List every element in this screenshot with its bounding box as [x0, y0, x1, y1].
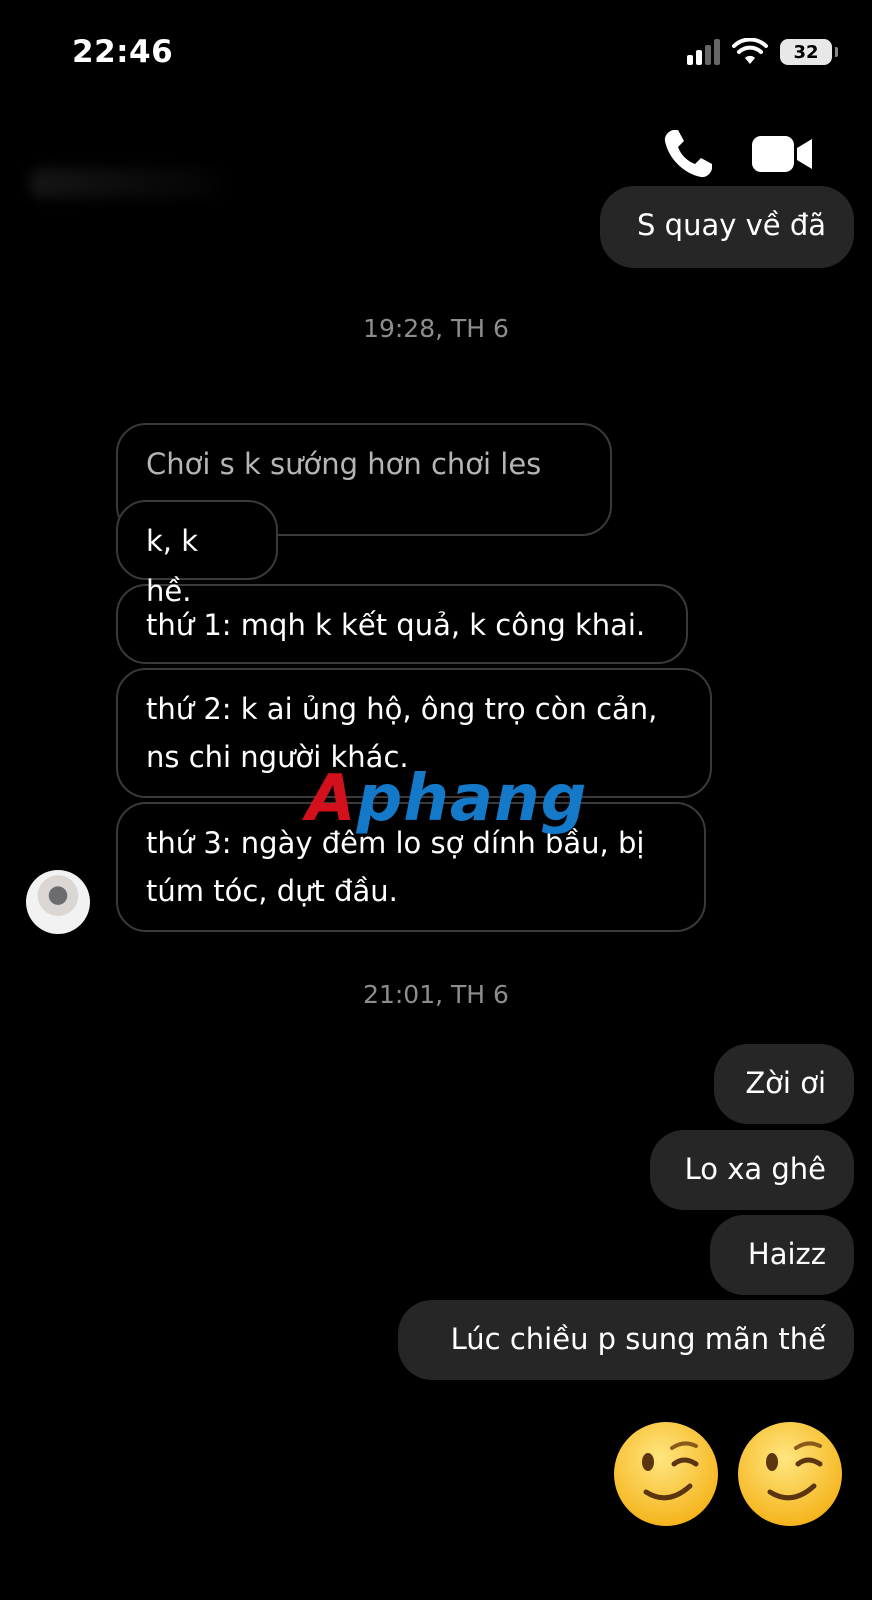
message-text: Lo xa ghê [684, 1152, 826, 1186]
incoming-message[interactable]: thứ 1: mqh k kết quả, k công khai. [116, 584, 688, 664]
contact-name-blurred [30, 168, 220, 198]
phone-icon[interactable] [660, 126, 716, 182]
message-text-line: túm tóc, dựt đầu. [146, 874, 398, 908]
message-text: Haizz [747, 1237, 826, 1271]
timestamp: 19:28, TH 6 [363, 314, 509, 343]
status-icons: 32 [687, 38, 838, 66]
outgoing-message[interactable]: Haizz [710, 1215, 854, 1295]
watermark-logo: Aphang [306, 762, 588, 836]
timestamp: 21:01, TH 6 [363, 980, 509, 1009]
outgoing-message[interactable]: Zời ơi [714, 1044, 854, 1124]
winking-face-emoji[interactable] [612, 1420, 720, 1528]
battery-indicator: 32 [780, 39, 838, 65]
message-text: k, k hề. [146, 524, 199, 608]
message-text: Lúc chiều p sung mãn thế [450, 1322, 826, 1356]
winking-face-emoji[interactable] [736, 1420, 844, 1528]
message-text: S quay về đã [637, 208, 826, 242]
chat-screen: 22:46 32 S quay về đã 19:28, TH 6 Chơi s… [0, 0, 872, 1600]
message-text: Zời ơi [745, 1066, 826, 1100]
timestamp-cutoff [360, 1588, 510, 1600]
incoming-message[interactable]: k, k hề. [116, 500, 278, 608]
outgoing-message[interactable]: Lo xa ghê [650, 1130, 854, 1210]
outgoing-message[interactable]: S quay về đã [600, 186, 854, 268]
cellular-signal-icon [687, 39, 720, 65]
outgoing-message[interactable]: Lúc chiều p sung mãn thế [398, 1300, 854, 1380]
message-text: thứ 1: mqh k kết quả, k công khai. [146, 608, 646, 642]
message-text-line: thứ 2: k ai ủng hộ, ông trọ còn cản, [146, 692, 658, 726]
status-time: 22:46 [72, 34, 174, 70]
wifi-icon [732, 38, 768, 64]
contact-avatar[interactable] [26, 870, 90, 934]
video-camera-icon[interactable] [752, 130, 814, 178]
